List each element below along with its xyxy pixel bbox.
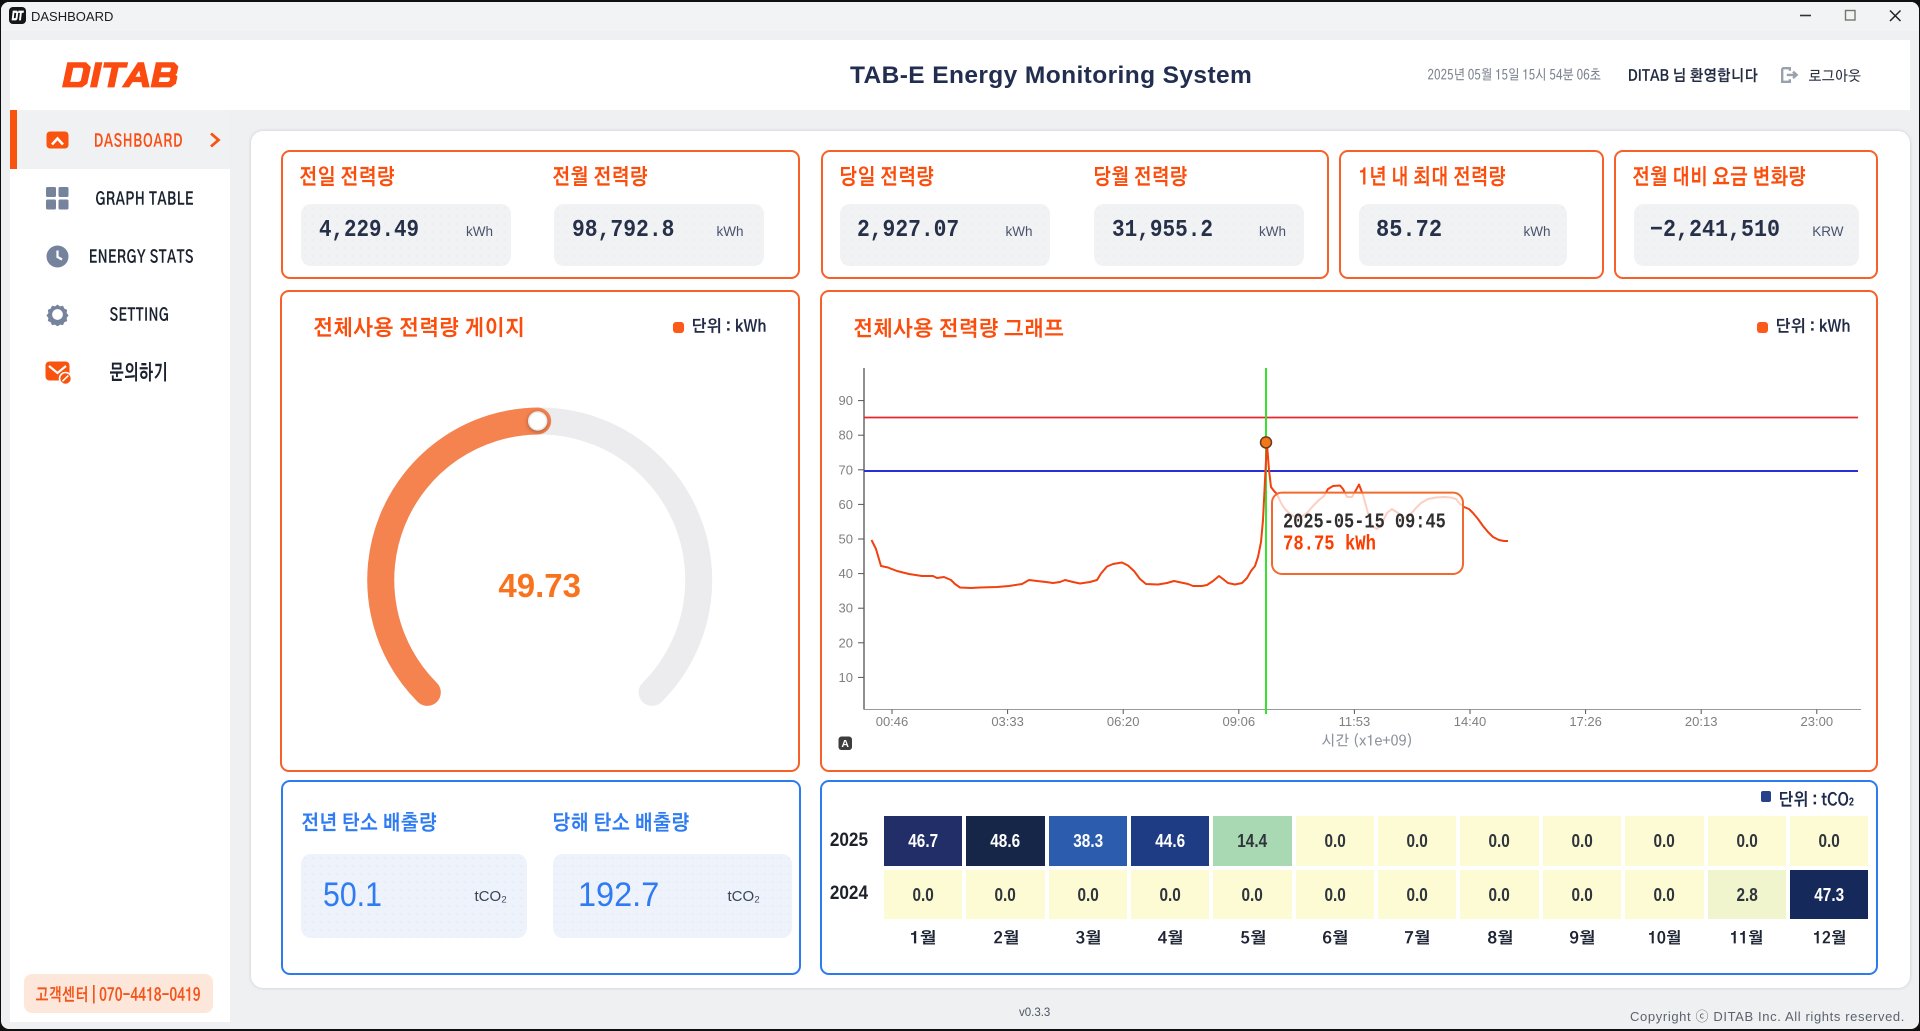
svg-text:90: 90	[839, 393, 853, 408]
svg-text:30: 30	[839, 601, 853, 616]
svg-text:40: 40	[839, 566, 853, 581]
svg-text:20: 20	[839, 635, 853, 650]
svg-text:06:20: 06:20	[1107, 714, 1140, 729]
svg-text:11:53: 11:53	[1339, 714, 1371, 729]
svg-text:70: 70	[839, 462, 853, 477]
svg-text:60: 60	[839, 497, 853, 512]
svg-text:2025-05-15 09:45: 2025-05-15 09:45	[1283, 510, 1446, 534]
svg-text:20:13: 20:13	[1685, 714, 1718, 729]
svg-text:17:26: 17:26	[1569, 714, 1602, 729]
svg-text:09:06: 09:06	[1223, 714, 1256, 729]
svg-text:03:33: 03:33	[991, 714, 1024, 729]
svg-text:80: 80	[839, 428, 853, 443]
svg-text:A: A	[841, 738, 849, 750]
svg-text:23:00: 23:00	[1801, 714, 1834, 729]
svg-text:78.75 kWh: 78.75 kWh	[1283, 532, 1376, 556]
svg-text:10: 10	[839, 670, 853, 685]
svg-text:14:40: 14:40	[1454, 714, 1487, 729]
svg-text:00:46: 00:46	[876, 714, 909, 729]
svg-text:50: 50	[839, 532, 853, 547]
